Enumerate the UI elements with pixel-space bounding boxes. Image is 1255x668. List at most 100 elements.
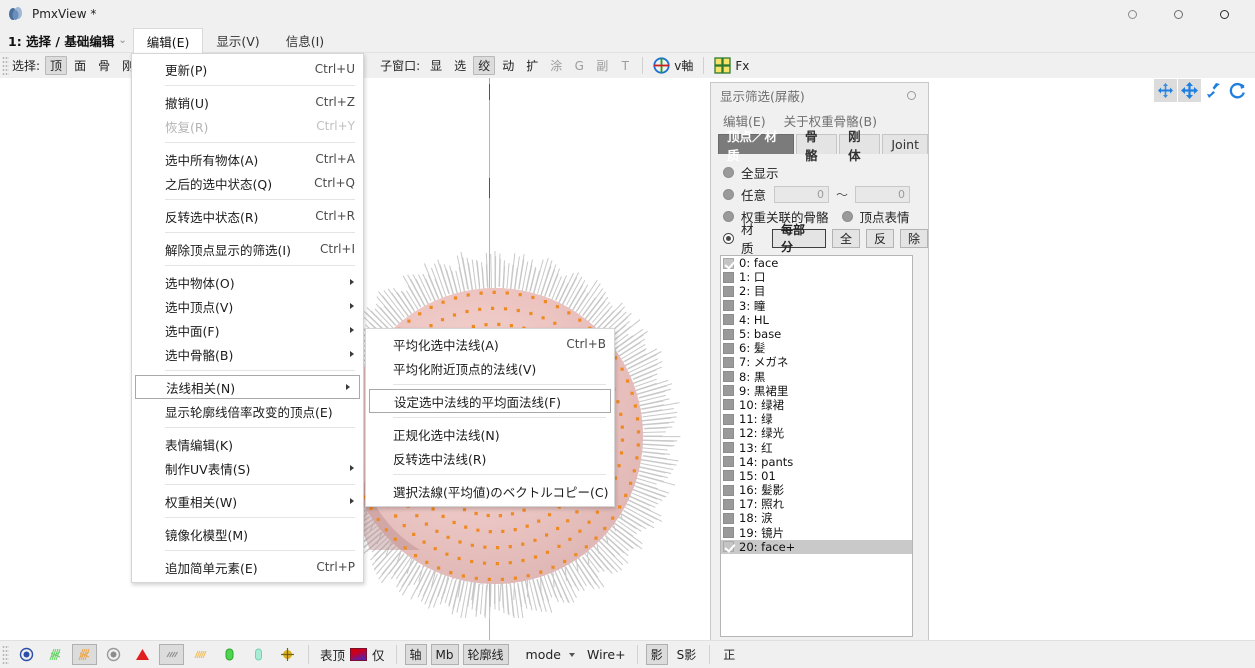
material-list-item[interactable]: 0: face (721, 256, 912, 270)
subwindow-t-button[interactable]: T (615, 56, 635, 75)
each-part-button[interactable]: 每部分 (771, 223, 826, 254)
grid-icon[interactable] (711, 56, 734, 75)
material-list-item[interactable]: 14: pants (721, 455, 912, 469)
material-list-item[interactable]: 10: 绿裙 (721, 398, 912, 412)
material-checkbox[interactable] (723, 385, 734, 397)
material-checkbox[interactable] (723, 484, 734, 496)
subwindow-paint-button[interactable]: 涂 (545, 56, 567, 75)
chevron-down-icon[interactable] (569, 652, 575, 657)
material-checkbox[interactable] (723, 527, 734, 539)
material-checkbox[interactable] (723, 413, 734, 425)
minimize-button[interactable] (1109, 0, 1155, 28)
mode-dropdown-label[interactable]: mode (521, 647, 566, 662)
statusbar-grip[interactable] (2, 644, 9, 665)
edit-menu-item-4[interactable]: 之后的选中状态(Q) Ctrl+Q (132, 171, 363, 195)
material-list-item[interactable]: 11: 绿 (721, 412, 912, 426)
subwindow-twist-button[interactable]: 绞 (473, 56, 496, 75)
option-material[interactable]: 材质 每部分 全 反 除 (723, 222, 928, 256)
select-bone-button[interactable]: 骨 (93, 56, 115, 75)
normal-submenu[interactable]: 平均化选中法线(A) Ctrl+B 平均化附近顶点的法线(V) 设定选中法线的平均面法… (365, 328, 615, 507)
red-triangle-icon[interactable] (130, 644, 155, 665)
circle-icon[interactable] (907, 91, 916, 100)
select-face-button[interactable]: 面 (69, 56, 91, 75)
color-swatch[interactable] (350, 648, 368, 661)
material-list-item[interactable]: 16: 髪影 (721, 483, 912, 497)
only-label[interactable]: 仅 (367, 645, 390, 664)
gray-hatch-icon[interactable] (159, 644, 184, 665)
material-checkbox[interactable] (723, 371, 734, 383)
material-checkbox[interactable] (723, 512, 734, 524)
tab-vertex-material[interactable]: 顶点／材质 (718, 129, 794, 163)
material-list-item[interactable]: 13: 红 (721, 440, 912, 455)
normal-submenu-item-1[interactable]: 平均化附近顶点的法线(V) (366, 356, 614, 380)
range-from-input[interactable]: 0 (774, 185, 830, 203)
material-list-item[interactable]: 17: 照れ (721, 497, 912, 511)
subwindow-expand-button[interactable]: 扩 (521, 56, 543, 75)
edit-menu-item-6[interactable]: 解除顶点显示的筛选(I) Ctrl+I (132, 237, 363, 261)
green-scribble-icon[interactable] (43, 644, 68, 665)
move-gizmo[interactable] (1178, 79, 1201, 102)
normal-submenu-item-2[interactable]: 设定选中法线的平均面法线(F) (369, 389, 611, 413)
material-list-item[interactable]: 6: 髪 (721, 341, 912, 355)
teal-capsule-icon[interactable] (246, 644, 271, 665)
subwindow-select-button[interactable]: 选 (449, 56, 471, 75)
tab-joint[interactable]: Joint (882, 134, 929, 154)
radio-any[interactable] (723, 188, 734, 200)
gray-dot-icon[interactable] (101, 644, 126, 665)
normal-submenu-item-5[interactable]: 選択法線(平均値)のベクトルコピー(C) (366, 479, 614, 503)
edit-menu-item-8[interactable]: 选中顶点(V) (132, 294, 363, 318)
material-checkbox[interactable] (723, 541, 734, 553)
axis-cross-icon[interactable] (650, 56, 673, 75)
edit-menu-item-17[interactable]: 追加简单元素(E) Ctrl+P (132, 555, 363, 579)
subwindow-move-button[interactable]: 动 (497, 56, 519, 75)
material-checkbox[interactable] (723, 257, 734, 269)
mb-toggle-button[interactable]: Mb (430, 644, 459, 665)
edit-dropdown-menu[interactable]: 更新(P) Ctrl+U 撤销(U) Ctrl+Z 恢复(R) Ctrl+Y 选中所有物体(… (131, 53, 364, 583)
material-list-item[interactable]: 9: 黒裙里 (721, 384, 912, 398)
material-checkbox[interactable] (723, 342, 734, 354)
edit-menu-item-14[interactable]: 制作UV表情(S) (132, 456, 363, 480)
subwindow-g-button[interactable]: G (569, 56, 589, 75)
material-list-item[interactable]: 7: メガネ (721, 355, 912, 369)
material-checkbox[interactable] (723, 328, 734, 340)
normal-submenu-item-3[interactable]: 正规化选中法线(N) (366, 422, 614, 446)
orange-hatch-icon[interactable] (188, 644, 213, 665)
clear-button[interactable]: 除 (899, 228, 928, 248)
edit-menu-item-11[interactable]: 法线相关(N) (135, 375, 360, 399)
material-list-item[interactable]: 2: 目 (721, 284, 912, 298)
shadow-toggle-button[interactable]: 影 (645, 644, 668, 665)
tab-edit[interactable]: 编辑(E) (132, 28, 204, 53)
tab-rigidbody[interactable]: 刚体 (839, 129, 881, 163)
edit-menu-item-15[interactable]: 权重相关(W) (132, 489, 363, 513)
option-show-all[interactable]: 全显示 (723, 161, 928, 183)
vertex-dot-icon[interactable] (14, 644, 39, 665)
material-list-item[interactable]: 4: HL (721, 313, 912, 327)
material-checkbox[interactable] (723, 470, 734, 482)
subwindow-show-button[interactable]: 显 (425, 56, 447, 75)
material-checkbox[interactable] (723, 285, 734, 297)
option-any[interactable]: 任意 0 ～ 0 (723, 183, 928, 205)
edit-menu-item-5[interactable]: 反转选中状态(R) Ctrl+R (132, 204, 363, 228)
material-list-item[interactable]: 1: 口 (721, 270, 912, 284)
material-list-item[interactable]: 12: 绿光 (721, 426, 912, 440)
material-checkbox[interactable] (723, 356, 734, 368)
material-list-item[interactable]: 20: face+ (721, 539, 912, 554)
select-all-button[interactable]: 全 (831, 228, 860, 248)
material-list-item[interactable]: 15: 01 (721, 469, 912, 483)
material-checkbox[interactable] (723, 300, 734, 312)
zoom-gizmo[interactable] (1202, 79, 1225, 102)
material-checkbox[interactable] (723, 399, 734, 411)
axis-toggle-button[interactable]: 轴 (404, 644, 427, 665)
rotate-gizmo[interactable] (1226, 79, 1249, 102)
edit-menu-item-9[interactable]: 选中面(F) (132, 318, 363, 342)
texture-label[interactable]: 表顶 (315, 645, 350, 664)
green-capsule-icon[interactable] (217, 644, 242, 665)
close-button[interactable] (1201, 0, 1247, 28)
orange-scribble-icon[interactable] (72, 644, 97, 665)
radio-material[interactable] (723, 232, 734, 244)
range-to-input[interactable]: 0 (855, 185, 911, 203)
yellow-joint-icon[interactable] (275, 644, 300, 665)
edit-menu-item-7[interactable]: 选中物体(O) (132, 270, 363, 294)
fx-label[interactable]: Fx (735, 59, 749, 73)
material-checkbox[interactable] (723, 456, 734, 468)
